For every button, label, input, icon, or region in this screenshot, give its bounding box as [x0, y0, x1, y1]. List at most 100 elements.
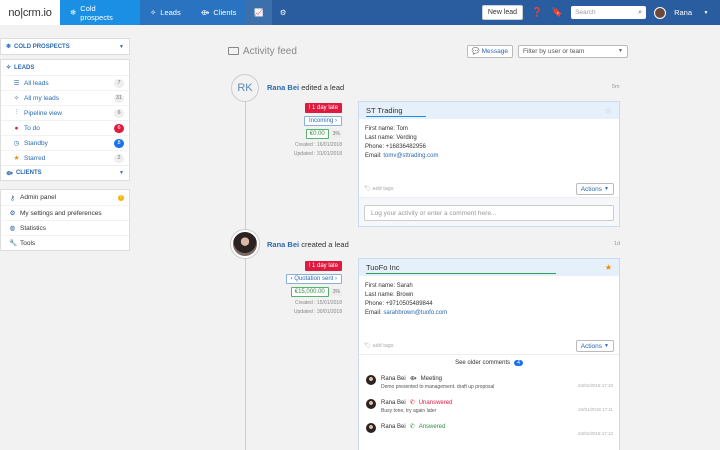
avatar: [366, 423, 376, 433]
actions-button[interactable]: Actions ▼: [575, 183, 614, 195]
entry-time: 1d: [614, 241, 621, 247]
lead-card-header[interactable]: ST Trading ☆: [359, 102, 619, 119]
phone-icon: ✆: [409, 400, 415, 406]
help-icon[interactable]: ❓: [531, 7, 543, 18]
see-older-comments[interactable]: See older comments 4: [359, 354, 619, 371]
amount-value[interactable]: €0.00: [305, 129, 329, 139]
clock-icon: ◷: [13, 140, 20, 147]
sidebar-cold-prospects[interactable]: ❄ COLD PROSPECTS ▼: [1, 39, 129, 54]
stage-button[interactable]: ‹ Quotation sent ›: [285, 274, 342, 284]
tab-settings[interactable]: ⚙: [271, 0, 295, 25]
sidebar-item-settings[interactable]: ⚙ My settings and preferences: [1, 205, 129, 220]
list-icon: ☰: [13, 80, 20, 87]
lead-details: First name: Sarah Last name: Brown Phone…: [365, 283, 448, 316]
tab-activity[interactable]: 📈: [246, 0, 272, 25]
add-tags[interactable]: 🏷 add tags: [364, 186, 394, 192]
chart-icon: 📈: [254, 8, 264, 17]
star-icon[interactable]: ★: [605, 263, 612, 272]
count-badge: 6: [114, 108, 124, 118]
search-icon: ⌕: [638, 8, 643, 16]
amount: €15,000.00 3%: [290, 287, 342, 297]
sidebar-item-all-my-leads[interactable]: ✧ All my leads 31: [1, 90, 129, 105]
stage-button[interactable]: Incoming ›: [303, 116, 342, 126]
sidebar-leads-header[interactable]: ✧ LEADS: [1, 60, 129, 75]
avatar[interactable]: RK: [231, 74, 259, 102]
phone-icon: ✆: [409, 424, 415, 430]
entry-title: Rana Bei created a lead: [267, 240, 349, 249]
tab-label: Clients: [213, 8, 237, 17]
lead-title[interactable]: ST Trading: [366, 106, 403, 115]
avatar[interactable]: [654, 6, 667, 19]
timeline-line: [245, 88, 246, 450]
sidebar-item-tools[interactable]: 🔧 Tools: [1, 235, 129, 250]
target-icon: ✧: [150, 8, 157, 17]
tab-clients[interactable]: ⟴ Clients: [190, 0, 247, 25]
count-badge: 7: [114, 78, 124, 88]
chevron-down-icon[interactable]: ▼: [700, 10, 712, 16]
comment-input[interactable]: Log your activity or enter a comment her…: [364, 205, 614, 221]
count-badge: 31: [113, 93, 124, 103]
sidebar-item-statistics[interactable]: ◍ Statistics: [1, 220, 129, 235]
avatar: [366, 399, 376, 409]
lead-card-header[interactable]: TuoFo Inc ★: [359, 259, 619, 276]
bookmark-icon[interactable]: 🔖: [551, 7, 563, 18]
globe-icon: ◍: [9, 225, 16, 232]
updated-date: Updated : 31/01/2018: [293, 151, 342, 157]
created-date: Created : 16/01/2018: [295, 142, 342, 148]
comment-item: Rana Bei ✆ Answered 24/01/2018 17:12: [359, 419, 619, 436]
user-menu[interactable]: Rana: [674, 8, 692, 17]
count-badge: 2: [114, 153, 124, 163]
tag-icon: 🏷: [364, 343, 371, 349]
add-tags[interactable]: 🏷 add tags: [364, 343, 394, 349]
updated-date: Updated : 30/01/2018: [293, 309, 342, 315]
message-button[interactable]: 💬 Message: [466, 44, 513, 58]
lead-details: First name: Tom Last name: Verding Phone…: [365, 126, 439, 159]
handshake-icon: ⟴: [6, 170, 13, 177]
alert-icon: ●: [14, 124, 19, 132]
lead-title[interactable]: TuoFo Inc: [366, 263, 400, 272]
email-link[interactable]: tomv@sttrading.com: [383, 153, 438, 159]
chevron-down-icon: ▼: [119, 43, 124, 50]
top-navbar: no|crm.io ❄ Cold prospects ✧ Leads ⟴ Cli…: [0, 0, 720, 25]
handshake-icon: ⟴: [200, 8, 210, 17]
star-icon[interactable]: ☆: [605, 106, 612, 115]
gear-icon: ⚙: [9, 210, 16, 217]
key-icon: ⚷: [10, 194, 15, 202]
late-badge: ! 1 day late: [304, 103, 342, 113]
sidebar-item-to-do[interactable]: ● To do 6: [1, 120, 129, 135]
probability-badge: 3%: [330, 130, 342, 138]
chevron-down-icon: ▼: [618, 48, 623, 54]
user-link[interactable]: Rana Bei: [267, 240, 299, 249]
page-title: Activity feed: [228, 46, 297, 57]
wrench-icon: 🔧: [9, 240, 18, 247]
new-lead-button[interactable]: New lead: [481, 5, 524, 20]
sidebar-item-standby[interactable]: ◷ Standby 8: [1, 135, 129, 150]
filter-select[interactable]: Filter by user or team ▼: [518, 44, 628, 58]
tab-cold-prospects[interactable]: ❄ Cold prospects: [60, 0, 140, 25]
sidebar-item-pipeline-view[interactable]: ⫶ Pipeline view 6: [1, 105, 129, 120]
lead-meta: ! 1 day late Incoming › €0.00 3% Created…: [252, 103, 342, 157]
actions-button[interactable]: Actions ▼: [575, 340, 614, 352]
chevron-down-icon: ▼: [119, 170, 124, 176]
sidebar-clients-header[interactable]: ⟴ CLIENTS ▼: [1, 165, 129, 180]
avatar[interactable]: [231, 230, 259, 258]
probability-badge: 3%: [330, 288, 342, 296]
user-link[interactable]: Rana Bei: [267, 83, 299, 92]
amount-value[interactable]: €15,000.00: [290, 287, 329, 297]
snowflake-icon: ❄: [6, 44, 12, 50]
email-link[interactable]: sarahbrown@tuofo.com: [383, 310, 447, 316]
snowflake-icon: ❄: [70, 8, 77, 17]
tab-leads[interactable]: ✧ Leads: [140, 0, 191, 25]
count-badge: 6: [114, 123, 124, 133]
sidebar-item-all-leads[interactable]: ☰ All leads 7: [1, 75, 129, 90]
target-icon: ✧: [13, 95, 20, 102]
sidebar-item-admin-panel[interactable]: ⚷ Admin panel !: [1, 190, 129, 205]
target-icon: ✧: [6, 65, 12, 71]
search-input[interactable]: Search ⌕: [571, 6, 647, 19]
count-badge: 8: [114, 138, 124, 148]
logo[interactable]: no|crm.io: [0, 0, 60, 25]
sidebar-item-starred[interactable]: ★ Starred 2: [1, 150, 129, 165]
chat-icon: 💬: [471, 48, 480, 55]
tab-label: Leads: [160, 8, 181, 17]
created-date: Created : 15/01/2018: [295, 300, 342, 306]
